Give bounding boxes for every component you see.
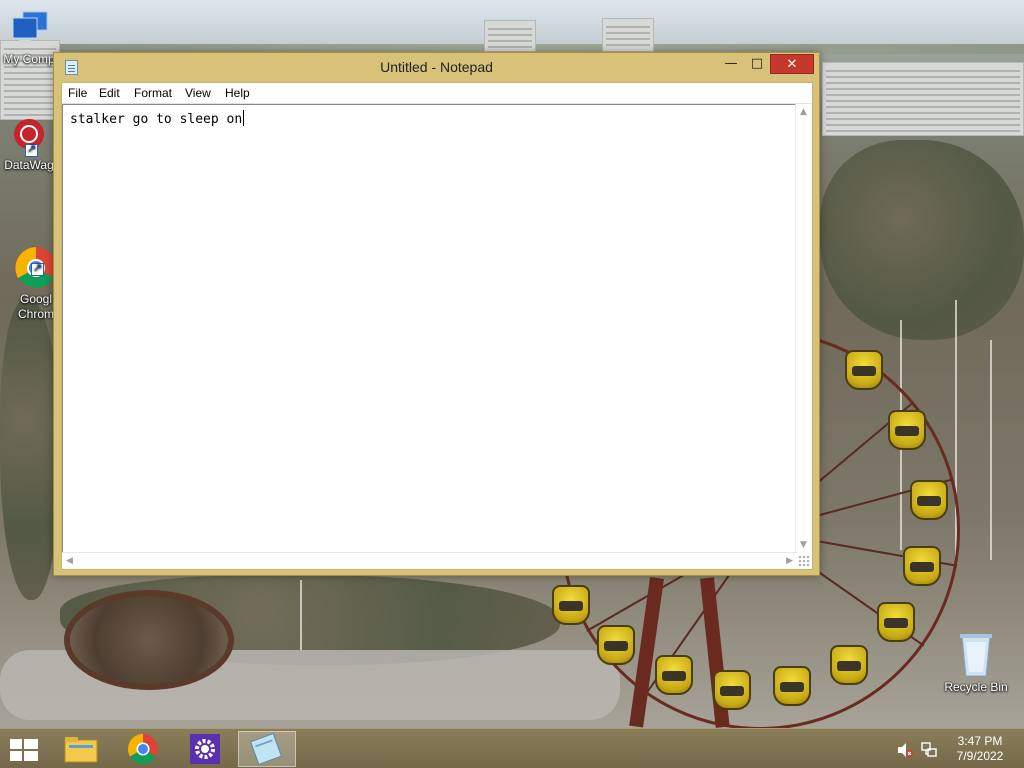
editor-text: stalker go to sleep on bbox=[70, 112, 243, 127]
desktop-icon-my-computer[interactable]: My Comp bbox=[0, 10, 58, 67]
horizontal-scrollbar[interactable]: ◀ ▶ bbox=[62, 552, 797, 569]
wallpaper-building bbox=[822, 62, 1024, 136]
taskbar-file-explorer[interactable] bbox=[52, 731, 110, 767]
wallpaper-building bbox=[484, 20, 536, 52]
scroll-down-icon[interactable]: ▼ bbox=[800, 540, 807, 550]
text-caret bbox=[243, 110, 245, 126]
computer-icon bbox=[9, 10, 49, 50]
chrome-icon bbox=[127, 734, 158, 765]
wallpaper-carousel bbox=[64, 590, 234, 690]
minimize-button[interactable]: — bbox=[718, 54, 744, 74]
wallpaper-gondola bbox=[655, 655, 693, 695]
text-editor[interactable]: stalker go to sleep on bbox=[62, 104, 797, 553]
wallpaper-gondola bbox=[845, 350, 883, 390]
wallpaper-gondola bbox=[830, 645, 868, 685]
menu-view[interactable]: View bbox=[185, 86, 211, 100]
desktop-icon-datawag[interactable]: DataWag bbox=[0, 116, 58, 173]
clock-time: 3:47 PM bbox=[957, 734, 1003, 748]
recycle-bin-icon bbox=[956, 632, 996, 678]
notepad-icon bbox=[249, 732, 283, 766]
wallpaper-tree bbox=[990, 340, 992, 560]
wallpaper-forest bbox=[0, 300, 60, 600]
chrome-icon bbox=[14, 231, 58, 289]
volume-muted-icon[interactable] bbox=[896, 741, 914, 759]
taskbar-notepad[interactable] bbox=[238, 731, 296, 767]
scroll-left-icon[interactable]: ◀ bbox=[66, 556, 73, 566]
desktop-icon-label: Recycle Bin bbox=[944, 680, 1008, 694]
maximize-button[interactable]: □ bbox=[744, 54, 770, 74]
taskbar: 3:47 PM 7/9/2022 bbox=[0, 728, 1024, 768]
gear-icon bbox=[190, 734, 220, 764]
datawag-icon bbox=[9, 116, 49, 157]
wallpaper-gondola bbox=[713, 670, 751, 710]
window-titlebar[interactable]: Untitled - Notepad — □ ✕ bbox=[54, 53, 819, 82]
start-button[interactable] bbox=[10, 739, 38, 761]
wallpaper-building bbox=[602, 18, 654, 52]
windows-logo-pane bbox=[10, 739, 22, 749]
close-button[interactable]: ✕ bbox=[770, 54, 814, 74]
network-icon[interactable] bbox=[920, 741, 938, 759]
menu-edit[interactable]: Edit bbox=[99, 86, 120, 100]
taskbar-settings[interactable] bbox=[176, 731, 234, 767]
scroll-right-icon[interactable]: ▶ bbox=[786, 556, 793, 566]
wallpaper-tree bbox=[300, 580, 302, 650]
wallpaper-forest bbox=[820, 140, 1024, 340]
taskbar-google-chrome[interactable] bbox=[114, 731, 172, 767]
wallpaper-gondola bbox=[597, 625, 635, 665]
clock-date: 7/9/2022 bbox=[956, 749, 1004, 763]
wallpaper-gondola bbox=[552, 585, 590, 625]
editor-text-line: stalker go to sleep on bbox=[70, 110, 245, 127]
wallpaper-gondola bbox=[903, 546, 941, 586]
resize-grip[interactable] bbox=[798, 555, 810, 567]
menu-bar: File Edit Format View Help bbox=[62, 83, 812, 104]
vertical-scrollbar[interactable]: ▲ ▼ bbox=[795, 104, 812, 553]
scroll-up-icon[interactable]: ▲ bbox=[800, 107, 807, 117]
desktop-icon-label: My Comp bbox=[3, 52, 55, 66]
window-client-area: File Edit Format View Help stalker go to… bbox=[61, 82, 813, 570]
windows-logo-pane bbox=[24, 751, 38, 761]
wallpaper-gondola bbox=[877, 602, 915, 642]
menu-format[interactable]: Format bbox=[134, 86, 172, 100]
taskbar-clock[interactable]: 3:47 PM 7/9/2022 bbox=[940, 734, 1020, 768]
shortcut-arrow-icon bbox=[25, 142, 38, 157]
windows-logo-pane bbox=[10, 751, 22, 761]
desktop-icon-recycle-bin[interactable]: Recycle Bin bbox=[940, 632, 1012, 695]
wallpaper-gondola bbox=[773, 666, 811, 706]
desktop-icon-label: DataWag bbox=[4, 158, 54, 172]
windows-logo-pane bbox=[24, 739, 38, 749]
window-title: Untitled - Notepad bbox=[380, 59, 493, 75]
wallpaper-gondola bbox=[910, 480, 948, 520]
notepad-window[interactable]: Untitled - Notepad — □ ✕ File Edit Forma… bbox=[53, 52, 820, 576]
folder-icon bbox=[64, 737, 98, 763]
menu-file[interactable]: File bbox=[68, 86, 87, 100]
shortcut-arrow-icon bbox=[31, 261, 44, 276]
wallpaper-gondola bbox=[888, 410, 926, 450]
menu-help[interactable]: Help bbox=[225, 86, 250, 100]
